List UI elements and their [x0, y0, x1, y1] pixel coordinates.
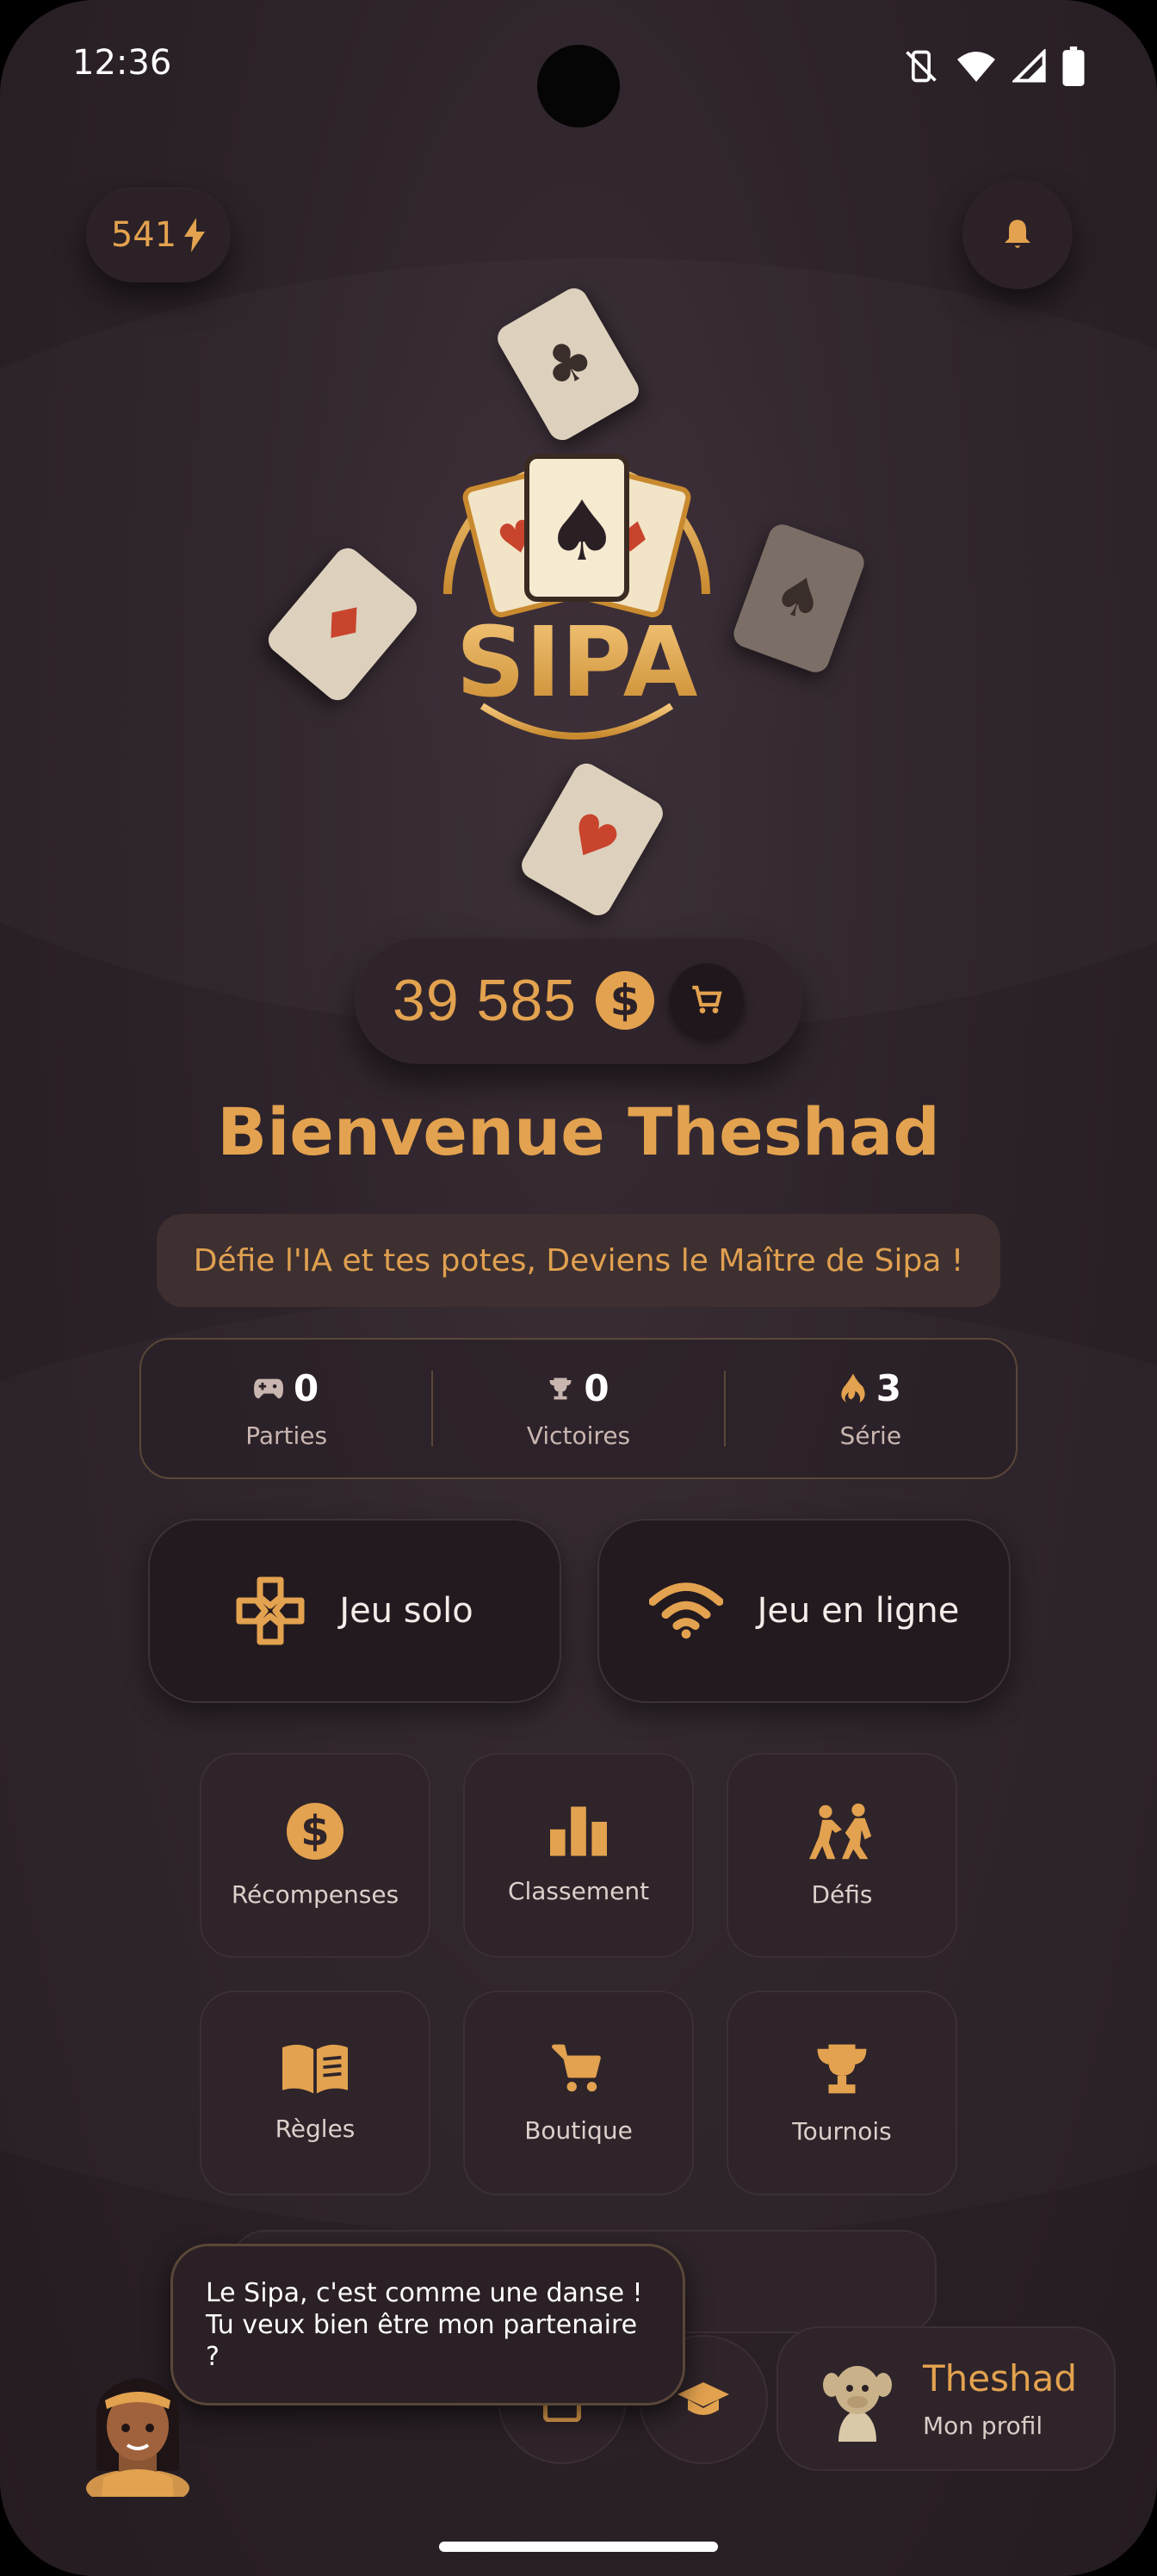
book-icon [282, 2044, 348, 2093]
logo-text: SIPA [456, 607, 698, 719]
rewards-tile[interactable]: $ Récompenses [200, 1753, 430, 1958]
energy-counter[interactable]: 541 [86, 188, 231, 282]
wifi-icon [957, 52, 995, 82]
dollar-icon: $ [287, 1802, 343, 1860]
tagline: Défie l'IA et tes potes, Deviens le Maît… [157, 1214, 1000, 1307]
status-bar: 12:36 [0, 0, 1157, 129]
online-game-button[interactable]: Jeu en ligne [597, 1519, 1011, 1703]
app-screen: 12:36 541 ♣ ♦ ♠ ♥ ♥ ♦ ♠ SIPA 39 585 $ Bi… [0, 0, 1157, 2576]
tournaments-label: Tournois [792, 2116, 892, 2146]
sipa-logo-area: ♣ ♦ ♠ ♥ ♥ ♦ ♠ SIPA [258, 283, 895, 921]
gamepad-icon [254, 1378, 284, 1398]
stat-parties: 0 Parties [141, 1340, 431, 1477]
status-icons [902, 46, 1085, 86]
stat-value: 0 [584, 1367, 609, 1409]
stat-label: Parties [245, 1421, 328, 1450]
stats-panel: 0 Parties 0 Victoires 3 Série [139, 1338, 1018, 1479]
tournaments-tile[interactable]: Tournois [727, 1991, 957, 2195]
mascot-speech-bubble: Le Sipa, c'est comme une danse ! Tu veux… [170, 2244, 685, 2406]
svg-text:♠: ♠ [545, 483, 619, 579]
signal-icon [1012, 49, 1046, 83]
profile-name: Theshad [923, 2357, 1078, 2400]
stat-serie: 3 Série [726, 1340, 1016, 1477]
profile-subtitle: Mon profil [923, 2412, 1043, 2440]
mascot-avatar[interactable] [77, 2359, 198, 2497]
energy-value: 541 [110, 215, 177, 255]
avatar [823, 2366, 892, 2442]
shop-label: Boutique [524, 2115, 633, 2145]
coin-balance: 39 585 $ [355, 937, 802, 1064]
bar-chart-icon [550, 1805, 607, 1856]
home-indicator[interactable] [439, 2542, 718, 2552]
shop-tile[interactable]: Boutique [463, 1991, 694, 2195]
solo-game-label: Jeu solo [339, 1591, 473, 1631]
camera-cutout [537, 45, 620, 127]
sipa-logo-emblem: ♥ ♦ ♠ SIPA [443, 454, 710, 740]
trophy-icon [549, 1378, 572, 1399]
notifications-button[interactable] [962, 179, 1073, 289]
rules-label: Règles [275, 2114, 356, 2143]
stat-value: 3 [875, 1367, 901, 1409]
welcome-title: Bienvenue Theshad [217, 1093, 940, 1170]
fight-icon [809, 1803, 872, 1859]
mute-vibrate-icon [906, 50, 937, 83]
profile-button[interactable]: Theshad Mon profil [776, 2326, 1116, 2471]
battery-icon [1062, 46, 1085, 86]
wifi-icon [648, 1582, 723, 1639]
challenges-tile[interactable]: Défis [727, 1753, 957, 1958]
cart-icon [552, 2044, 601, 2091]
ranking-tile[interactable]: Classement [463, 1753, 694, 1958]
challenges-label: Défis [811, 1879, 873, 1909]
online-game-label: Jeu en ligne [757, 1591, 960, 1631]
ranking-label: Classement [507, 1876, 650, 1905]
flame-icon [841, 1373, 865, 1403]
rewards-label: Récompenses [231, 1879, 399, 1909]
dpad-icon [236, 1576, 305, 1645]
buy-coins-button[interactable] [669, 963, 744, 1037]
stat-value: 0 [294, 1367, 319, 1409]
bell-icon [1005, 220, 1030, 248]
coin-value: 39 585 [393, 968, 577, 1033]
rules-tile[interactable]: Règles [200, 1991, 430, 2195]
graduation-cap-icon [677, 2382, 729, 2415]
stat-label: Série [839, 1421, 902, 1450]
status-time: 12:36 [72, 43, 172, 83]
lightning-icon [184, 218, 206, 252]
stat-label: Victoires [526, 1421, 631, 1450]
solo-game-button[interactable]: Jeu solo [148, 1519, 561, 1703]
trophy-icon [817, 2044, 867, 2093]
cart-icon [692, 985, 722, 1013]
dollar-coin-icon: $ [595, 971, 654, 1030]
stat-victoires: 0 Victoires [433, 1340, 723, 1477]
